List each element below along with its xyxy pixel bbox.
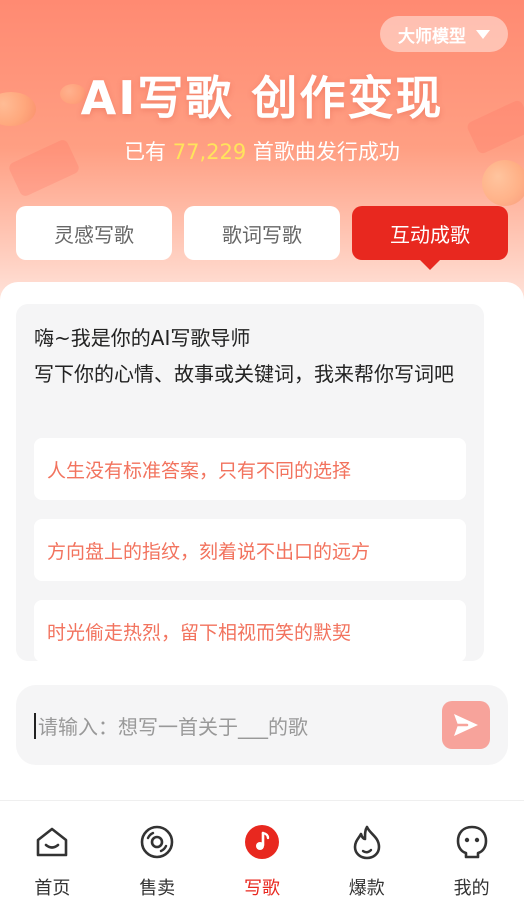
model-selector-label: 大师模型 <box>398 26 466 47</box>
message-input-bar <box>16 685 508 765</box>
suggestion-item[interactable]: 方向盘上的指纹，刻着说不出口的远方 <box>34 519 466 581</box>
page-title: AI写歌 创作变现 <box>80 71 444 125</box>
send-icon <box>454 714 478 736</box>
release-count-prefix: 已有 <box>124 140 167 164</box>
suggestion-item[interactable]: 时光偷走热烈，留下相视而笑的默契 <box>34 600 466 661</box>
home-icon <box>33 823 71 861</box>
nav-label: 售卖 <box>139 878 176 899</box>
tab-inspiration[interactable]: 灵感写歌 <box>16 206 172 260</box>
hero-banner: 大师模型 AI写歌 创作变现 已有 77,229 首歌曲发行成功 <box>0 0 524 330</box>
chat-area[interactable]: 嗨~我是你的AI写歌导师 写下你的心情、故事或关键词，我来帮你写词吧 人生没有标… <box>16 304 484 661</box>
message-input[interactable] <box>36 709 440 745</box>
flame-icon <box>348 823 386 861</box>
release-count-number: 77,229 <box>172 140 247 164</box>
decorative-coin <box>482 160 524 206</box>
nav-item-home[interactable]: 首页 <box>0 801 105 917</box>
mode-tabs: 灵感写歌 歌词写歌 互动成歌 <box>16 206 508 270</box>
release-count-text: 已有 77,229 首歌曲发行成功 <box>0 136 524 166</box>
suggestion-item[interactable]: 人生没有标准答案，只有不同的选择 <box>34 438 466 500</box>
model-selector[interactable]: 大师模型 <box>380 16 508 52</box>
dropdown-arrow-icon <box>476 29 490 39</box>
nav-item-write-song[interactable]: 写歌 <box>210 801 315 917</box>
vinyl-disc-icon <box>138 823 176 861</box>
tab-interactive[interactable]: 互动成歌 <box>352 206 508 270</box>
music-note-icon <box>243 823 281 861</box>
nav-label: 写歌 <box>243 878 280 899</box>
tab-lyrics[interactable]: 歌词写歌 <box>184 206 340 260</box>
profile-face-icon <box>453 823 491 861</box>
bottom-nav: 首页 售卖 写歌 爆款 我的 <box>0 800 524 917</box>
nav-item-sell[interactable]: 售卖 <box>105 801 210 917</box>
assistant-greeting: 嗨~我是你的AI写歌导师 写下你的心情、故事或关键词，我来帮你写词吧 <box>34 320 466 392</box>
greeting-line: 嗨~我是你的AI写歌导师 <box>34 326 251 350</box>
nav-item-hot[interactable]: 爆款 <box>314 801 419 917</box>
nav-label: 首页 <box>34 878 71 899</box>
nav-item-mine[interactable]: 我的 <box>419 801 524 917</box>
release-count-suffix: 首歌曲发行成功 <box>252 140 400 164</box>
greeting-line: 写下你的心情、故事或关键词，我来帮你写词吧 <box>34 362 454 386</box>
send-button[interactable] <box>442 701 490 749</box>
nav-label: 我的 <box>453 878 490 899</box>
nav-label: 爆款 <box>348 878 385 899</box>
